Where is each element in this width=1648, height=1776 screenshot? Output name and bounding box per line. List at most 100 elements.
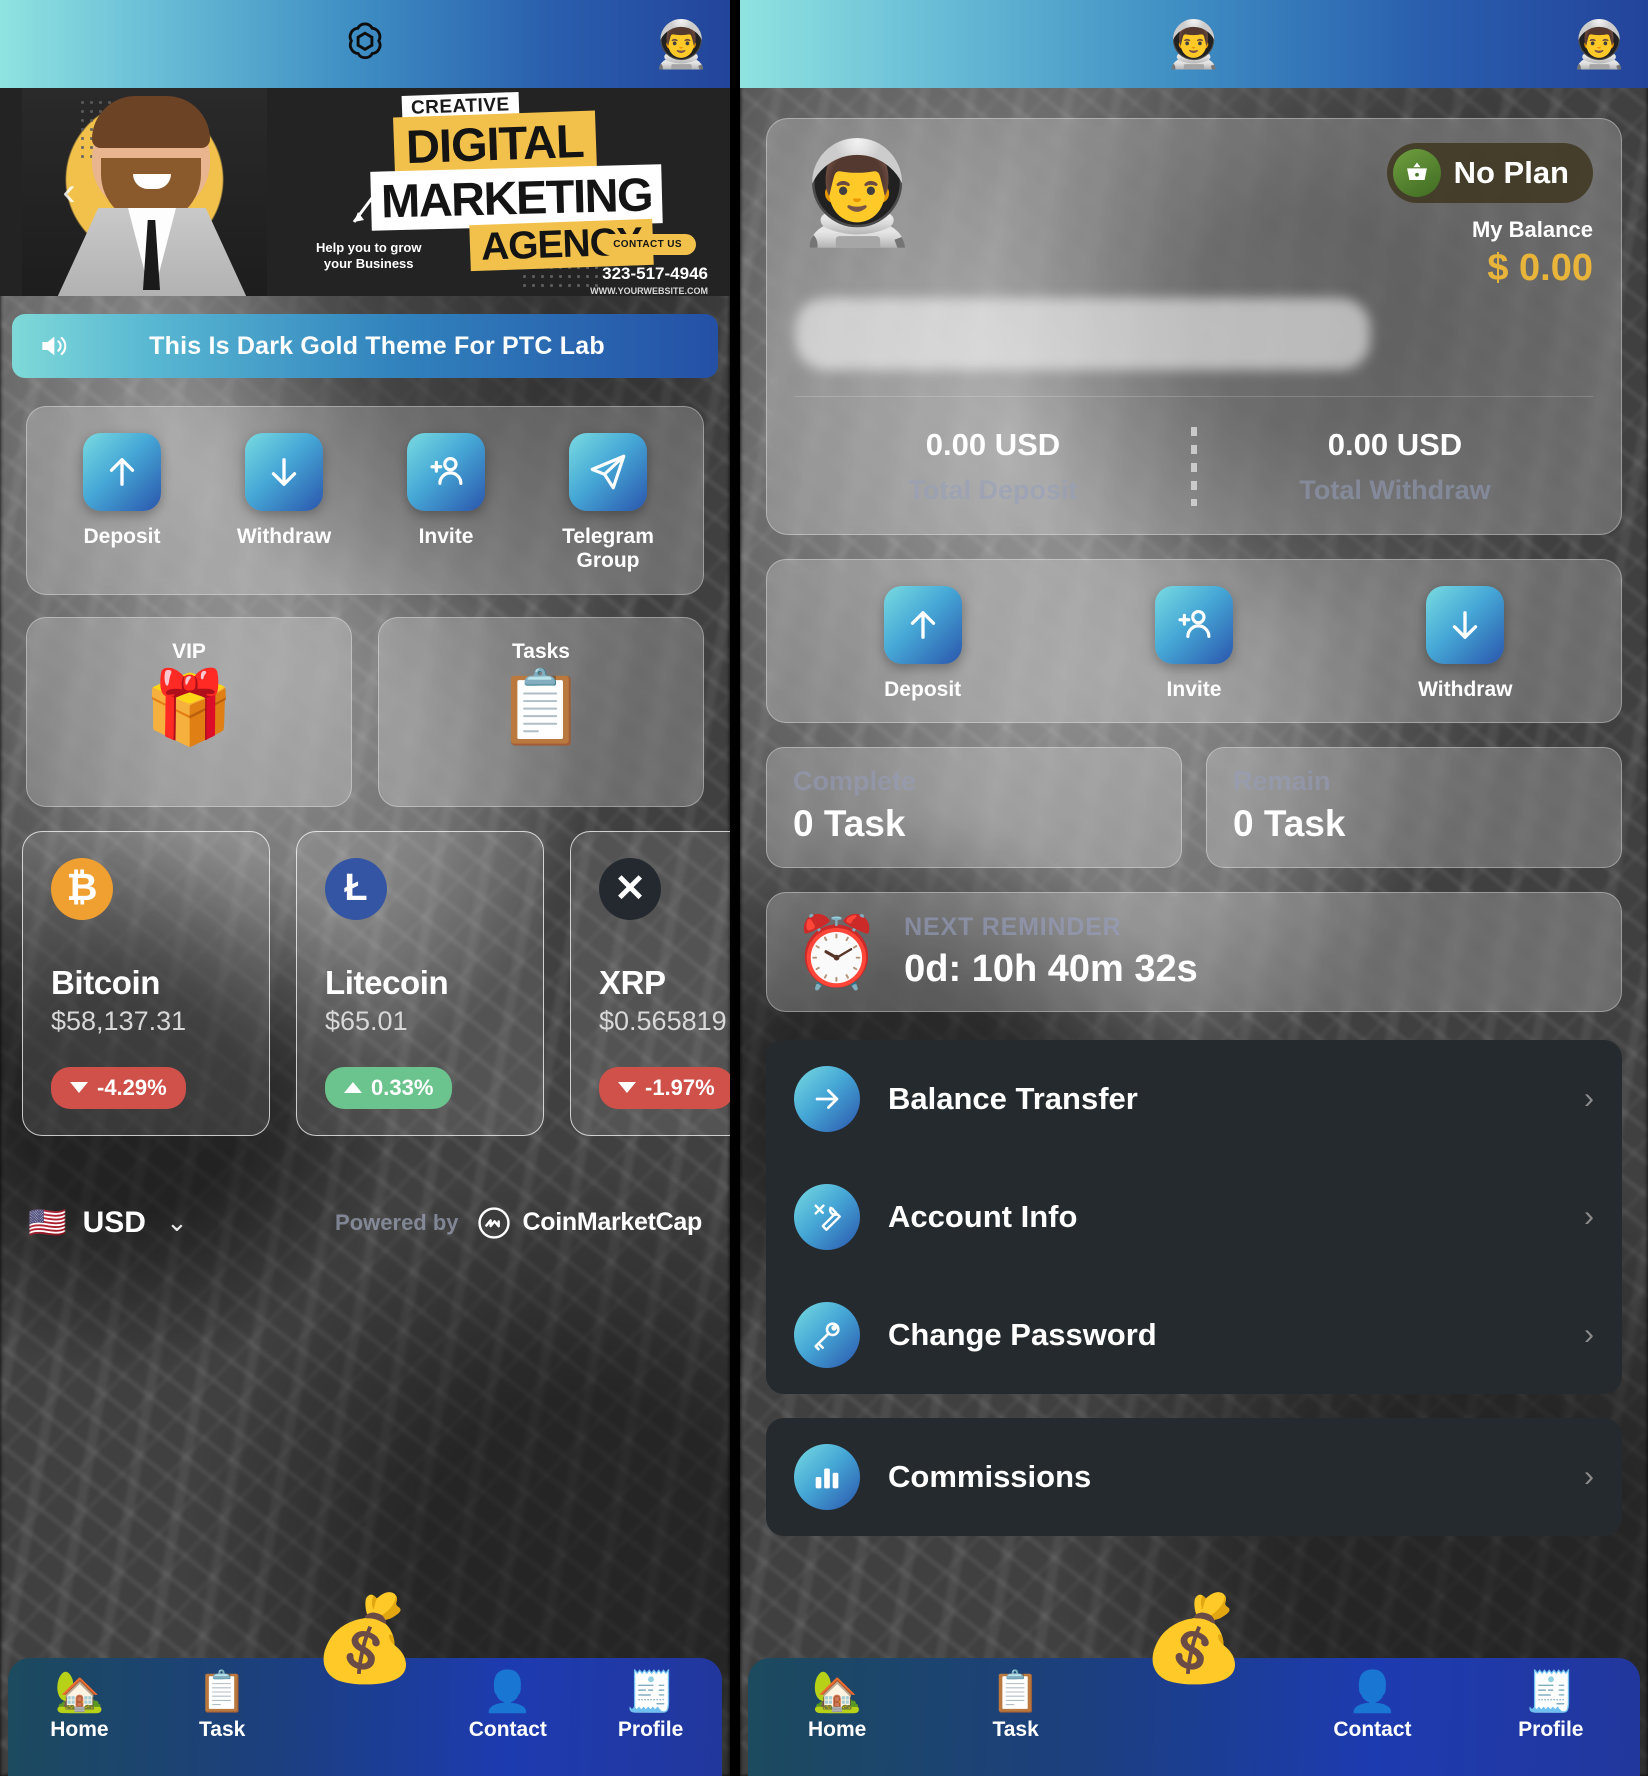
quick-action-invite[interactable]: Invite <box>386 433 506 574</box>
task-icon: 📋 <box>990 1670 1041 1714</box>
quick-action-label: Invite <box>1166 678 1222 701</box>
paper-plane-icon <box>569 433 647 511</box>
triangle-up-icon <box>344 1082 362 1094</box>
banner-contact-button[interactable]: CONTACT US <box>599 234 696 255</box>
home-icon: 🏡 <box>54 1670 105 1714</box>
quick-action-withdraw[interactable]: Withdraw <box>224 433 344 574</box>
quick-action-invite[interactable]: Invite <box>1134 586 1254 702</box>
banner-website: WWW.YOURWEBSITE.COM <box>590 286 708 296</box>
chevron-left-icon[interactable]: ‹ <box>52 172 86 212</box>
crypto-price: $58,137.31 <box>51 1005 187 1036</box>
feature-card-title: VIP <box>172 639 206 663</box>
currency-code: USD <box>82 1205 146 1239</box>
profile-avatar[interactable]: 👨‍🚀 <box>795 137 920 249</box>
menu-item-label: Balance Transfer <box>888 1081 1138 1117</box>
phone-profile-screen: 👨‍🚀 👨‍🚀 👨‍🚀 <box>740 0 1648 1776</box>
bar-chart-icon <box>794 1444 860 1511</box>
nav-item-profile[interactable]: 🧾 Profile <box>1462 1672 1640 1742</box>
crypto-change-value: -4.29% <box>97 1074 167 1100</box>
crypto-ticker-row[interactable]: ₿ Bitcoin $58,137.31 -4.29% Ł Litecoin $… <box>22 830 730 1136</box>
crypto-card-bitcoin[interactable]: ₿ Bitcoin $58,137.31 -4.29% <box>22 830 270 1136</box>
crypto-name: Litecoin <box>325 963 449 1001</box>
key-icon <box>794 1302 860 1369</box>
tools-icon <box>794 1184 860 1251</box>
quick-action-deposit[interactable]: Deposit <box>863 586 983 702</box>
nav-item-contact[interactable]: 👤 Contact <box>436 1672 579 1742</box>
alarm-clock-icon: ⏰ <box>793 913 881 992</box>
gift-emoji-icon: 🎁 <box>144 667 234 748</box>
user-avatar-emoji[interactable]: 👨‍🚀 <box>1571 18 1628 70</box>
menu-item-commissions[interactable]: Commissions › <box>766 1418 1622 1536</box>
quick-action-label: Telegram Group <box>562 525 654 573</box>
crypto-card-litecoin[interactable]: Ł Litecoin $65.01 0.33% <box>296 830 544 1136</box>
divider <box>795 396 1593 397</box>
balance-amount: $ 0.00 <box>1487 247 1593 289</box>
right-bottom-nav: 🏡 Home 📋 Task 💰 👤 Contact 🧾 Profile <box>748 1596 1640 1776</box>
nav-label: Home <box>808 1718 867 1741</box>
menu-item-balance-transfer[interactable]: Balance Transfer › <box>766 1040 1622 1158</box>
chevron-right-icon: › <box>1584 1200 1594 1234</box>
deposit-withdraw-stats: 0.00 USD Total Deposit 0.00 USD Total Wi… <box>795 427 1593 512</box>
quick-action-deposit[interactable]: Deposit <box>62 433 182 574</box>
promo-banner-carousel[interactable]: CREATIVE DIGITAL MARKETING AGENCY Help y… <box>0 88 730 296</box>
xrp-logo-icon: ✕ <box>599 857 661 920</box>
announcement-marquee[interactable]: This Is Dark Gold Theme For PTC Lab <box>12 314 718 378</box>
quick-action-label: Withdraw <box>236 525 332 548</box>
balance-label: My Balance <box>1471 217 1593 242</box>
currency-selector[interactable]: 🇺🇸 USD ⌄ <box>28 1206 188 1240</box>
nav-item-home[interactable]: 🏡 Home <box>8 1672 151 1742</box>
menu-item-label: Commissions <box>888 1459 1092 1495</box>
plan-status-badge[interactable]: No Plan <box>1386 143 1593 203</box>
stat-value: 0.00 USD <box>1327 427 1463 462</box>
quick-action-label: Invite <box>418 525 474 548</box>
feature-card-vip[interactable]: VIP 🎁 <box>26 616 352 807</box>
commissions-menu-list: Commissions › <box>766 1418 1622 1537</box>
nav-label: Profile <box>617 1718 684 1741</box>
chevron-right-icon: › <box>1584 1460 1594 1494</box>
quick-actions-panel: Deposit Withdraw Invite Telegram Group <box>26 406 704 595</box>
task-card-remain: Remain 0 Task <box>1206 747 1622 869</box>
nav-label: Task <box>992 1718 1039 1741</box>
arrow-up-icon <box>83 433 161 511</box>
chevron-right-icon[interactable]: › <box>638 172 672 212</box>
contact-icon: 👤 <box>1347 1670 1398 1714</box>
add-user-icon <box>407 433 485 511</box>
nav-item-profile[interactable]: 🧾 Profile <box>579 1672 722 1742</box>
money-bag-icon: 💰 <box>312 1591 418 1685</box>
menu-item-change-password[interactable]: Change Password › <box>766 1276 1622 1394</box>
quick-action-label: Deposit <box>83 525 161 548</box>
task-card-complete: Complete 0 Task <box>766 747 1182 869</box>
openai-logo-icon <box>342 19 388 70</box>
nav-item-task[interactable]: 📋 Task <box>926 1672 1104 1742</box>
profile-summary-card: 👨‍🚀 No Plan My Balance $ 0.00 <box>766 118 1622 535</box>
announcement-text: This Is Dark Gold Theme For PTC Lab <box>149 331 605 360</box>
quick-action-telegram-group[interactable]: Telegram Group <box>548 433 668 574</box>
user-avatar-emoji[interactable]: 👨‍🚀 <box>653 18 710 70</box>
feature-card-tasks[interactable]: Tasks 📋 <box>378 616 704 807</box>
banner-arrow-icon <box>352 197 374 223</box>
coinmarketcap-logo-icon <box>477 1207 510 1239</box>
money-bag-icon: 💰 <box>1141 1591 1247 1685</box>
arrow-right-icon <box>794 1066 860 1133</box>
task-card-label: Remain <box>1233 766 1331 797</box>
nav-item-task[interactable]: 📋 Task <box>151 1672 294 1742</box>
triangle-down-icon <box>618 1082 636 1094</box>
quick-action-label: Deposit <box>884 678 962 701</box>
stat-total-deposit: 0.00 USD Total Deposit <box>795 427 1191 506</box>
crypto-card-xrp[interactable]: ✕ XRP $0.565819 -1.97% <box>570 830 730 1136</box>
nav-item-home[interactable]: 🏡 Home <box>748 1672 926 1742</box>
crypto-price: $0.565819 <box>599 1005 727 1036</box>
menu-item-account-info[interactable]: Account Info › <box>766 1158 1622 1276</box>
user-avatar-emoji[interactable]: 👨‍🚀 <box>1165 21 1222 67</box>
banner-tagline: Help you to grow your Business <box>316 240 422 272</box>
us-flag-icon: 🇺🇸 <box>28 1205 67 1241</box>
task-card-label: Complete <box>793 766 917 797</box>
nav-item-contact[interactable]: 👤 Contact <box>1283 1672 1461 1742</box>
quick-action-withdraw[interactable]: Withdraw <box>1405 586 1525 702</box>
arrow-up-icon <box>883 586 962 664</box>
nav-label: Home <box>50 1718 109 1741</box>
stat-value: 0.00 USD <box>925 427 1061 462</box>
crypto-change-value: 0.33% <box>371 1074 434 1100</box>
menu-item-label: Change Password <box>888 1317 1157 1353</box>
nav-label: Contact <box>1333 1718 1412 1741</box>
